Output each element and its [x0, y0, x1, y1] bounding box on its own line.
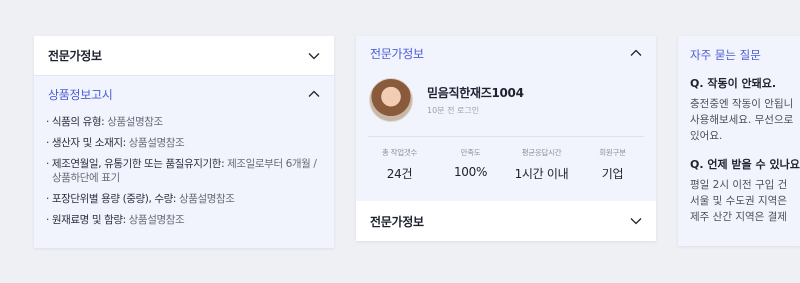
faq-card: 자주 묻는 질문 Q. 작동이 안돼요. 충전중엔 작동이 안됩니 사용해보세요… [678, 36, 800, 246]
chevron-up-icon [630, 47, 642, 59]
expert-profile: 믿음직한재즈1004 10분 전 로그인 [356, 70, 656, 122]
faq-title: 자주 묻는 질문 [690, 48, 761, 62]
chevron-down-icon [308, 50, 320, 62]
expert-name[interactable]: 믿음직한재즈1004 [427, 84, 524, 101]
stat-satisfaction: 만족도 100% [453, 148, 488, 179]
stat-response-time: 평균응답시간 1시간 이내 [514, 148, 569, 181]
list-item: · 원재료명 및 함량: 상품설명참조 [46, 214, 185, 226]
faq-question[interactable]: Q. 언제 받을 수 있나요 [678, 144, 800, 172]
product-notice-list: · 식품의 유형: 상품설명참조 · 생산자 및 소재지: 상품설명참조 · 제… [34, 111, 334, 227]
expert-info-title: 전문가정보 [370, 46, 424, 61]
expert-card: 전문가정보 믿음직한재즈1004 10분 전 로그인 총 작업갯수 24건 만족… [356, 36, 656, 241]
faq-question[interactable]: Q. 작동이 안돼요. [678, 63, 800, 91]
chevron-up-icon [308, 88, 320, 100]
stat-total-jobs: 총 작업갯수 24건 [381, 148, 418, 181]
list-item: · 식품의 유형: 상품설명참조 [46, 116, 163, 128]
faq-answer: 평일 2시 이전 구입 건 서울 및 수도권 지역은 제주 산간 지역은 결제 [690, 179, 788, 223]
last-login: 10분 전 로그인 [427, 106, 480, 115]
expert-stats: 총 작업갯수 24건 만족도 100% 평균응답시간 1시간 이내 회원구분 기… [356, 137, 656, 182]
list-item: · 포장단위별 용량 (중량), 수량: 상품설명참조 [46, 193, 235, 205]
product-info-card: 전문가정보 상품정보고시 · 식품의 유형: 상품설명참조 · 생산자 및 소재… [34, 36, 334, 248]
expert-info-accordion-header[interactable]: 전문가정보 [356, 36, 656, 70]
chevron-down-icon [630, 215, 642, 227]
avatar[interactable] [369, 78, 413, 122]
product-notice-title: 상품정보고시 [48, 87, 113, 102]
expert-info-accordion-header[interactable]: 전문가정보 [34, 36, 334, 76]
list-item: · 생산자 및 소재지: 상품설명참조 [46, 137, 185, 149]
stat-member-type: 회원구분 기업 [599, 148, 626, 181]
product-notice-panel: 상품정보고시 · 식품의 유형: 상품설명참조 · 생산자 및 소재지: 상품설… [34, 76, 334, 248]
expert-info-title: 전문가정보 [48, 49, 102, 63]
expert-info-title: 전문가정보 [370, 214, 424, 229]
expert-info-panel: 전문가정보 믿음직한재즈1004 10분 전 로그인 총 작업갯수 24건 만족… [356, 36, 656, 201]
faq-answer: 충전중엔 작동이 안됩니 사용해보세요. 무선으로 있어요. [690, 98, 794, 142]
expert-info-accordion-header-2[interactable]: 전문가정보 [356, 201, 656, 241]
list-item: · 제조연월일, 유통기한 또는 품질유지기한: 제조일로부터 6개월 / 상품… [46, 158, 317, 184]
product-notice-accordion-header[interactable]: 상품정보고시 [34, 77, 334, 111]
